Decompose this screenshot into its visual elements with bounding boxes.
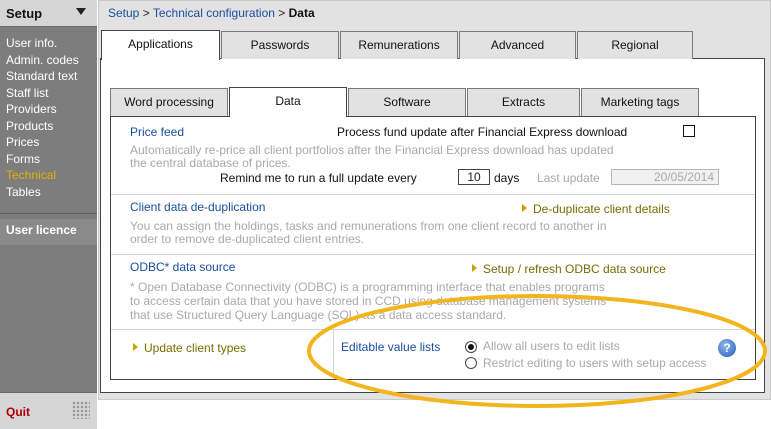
arrow-right-icon bbox=[472, 264, 477, 272]
dedup-description-line2: order to remove de-duplicated client ent… bbox=[130, 232, 365, 246]
sidebar-item-providers[interactable]: Providers bbox=[6, 101, 57, 117]
tab-remunerations[interactable]: Remunerations bbox=[340, 31, 458, 59]
arrow-right-icon bbox=[133, 343, 138, 351]
sidebar-item-tables[interactable]: Tables bbox=[6, 184, 41, 200]
deduplicate-client-details-link[interactable]: De-duplicate client details bbox=[522, 202, 670, 216]
restrict-editing-radio[interactable] bbox=[465, 357, 477, 369]
sidebar-divider bbox=[0, 213, 97, 214]
allow-all-users-label[interactable]: Allow all users to edit lists bbox=[483, 339, 620, 354]
process-fund-update-checkbox[interactable] bbox=[683, 125, 695, 137]
price-feed-title: Price feed bbox=[130, 125, 185, 139]
update-client-types-link[interactable]: Update client types bbox=[133, 341, 246, 355]
odbc-link-label: Setup / refresh ODBC data source bbox=[483, 262, 666, 276]
sidebar-item-standard-text[interactable]: Standard text bbox=[6, 68, 77, 84]
setup-refresh-odbc-link[interactable]: Setup / refresh ODBC data source bbox=[472, 262, 666, 276]
breadcrumb-current: Data bbox=[288, 6, 315, 20]
last-update-label: Last update bbox=[537, 171, 600, 185]
tab-extracts[interactable]: Extracts bbox=[467, 88, 580, 116]
breadcrumb-separator: > bbox=[142, 6, 150, 20]
help-icon[interactable]: ? bbox=[718, 339, 736, 357]
sidebar-bottom-bar: Quit bbox=[0, 392, 97, 429]
tab-data[interactable]: Data bbox=[229, 87, 347, 117]
tab-word-processing[interactable]: Word processing bbox=[110, 88, 228, 116]
restrict-editing-label[interactable]: Restrict editing to users with setup acc… bbox=[483, 356, 706, 371]
breadcrumb-separator: > bbox=[278, 6, 286, 20]
tab-passwords[interactable]: Passwords bbox=[221, 31, 339, 59]
setup-title: Setup bbox=[6, 6, 43, 21]
sidebar-item-forms[interactable]: Forms bbox=[6, 151, 40, 167]
editable-value-lists-title: Editable value lists bbox=[341, 340, 441, 354]
breadcrumb-technical-configuration[interactable]: Technical configuration bbox=[153, 6, 275, 20]
tab-regional[interactable]: Regional bbox=[577, 31, 693, 59]
user-licence-label: User licence bbox=[6, 223, 77, 237]
triangle-down-icon[interactable] bbox=[76, 8, 86, 15]
section-divider bbox=[111, 254, 755, 255]
section-divider bbox=[111, 329, 755, 330]
setup-menu-header[interactable]: Setup bbox=[0, 0, 97, 27]
deduplicate-link-label: De-duplicate client details bbox=[533, 202, 670, 216]
quit-button[interactable]: Quit bbox=[6, 405, 30, 419]
breadcrumb: Setup > Technical configuration > Data bbox=[108, 6, 315, 20]
tab-applications[interactable]: Applications bbox=[101, 30, 220, 60]
reminder-days-input[interactable]: 10 bbox=[458, 169, 490, 185]
process-fund-update-label: Process fund update after Financial Expr… bbox=[337, 125, 628, 139]
sidebar-item-user-licence[interactable]: User licence bbox=[0, 219, 97, 245]
update-client-types-label: Update client types bbox=[144, 341, 247, 355]
odbc-description-line2: to access certain data that you have sto… bbox=[130, 294, 607, 308]
sidebar-item-technical[interactable]: Technical bbox=[6, 167, 56, 183]
tab-advanced[interactable]: Advanced bbox=[459, 31, 576, 59]
sidebar-item-admin-codes[interactable]: Admin. codes bbox=[6, 52, 79, 68]
grid-dots-icon[interactable] bbox=[72, 401, 90, 419]
tab-software[interactable]: Software bbox=[348, 88, 466, 116]
section-divider bbox=[111, 194, 755, 195]
odbc-data-source-title: ODBC* data source bbox=[130, 260, 236, 274]
client-data-deduplication-title: Client data de-duplication bbox=[130, 200, 266, 214]
sidebar-item-prices[interactable]: Prices bbox=[6, 134, 39, 150]
vertical-divider bbox=[333, 330, 334, 379]
odbc-description-line1: * Open Database Connectivity (ODBC) is a… bbox=[130, 280, 605, 294]
tab-marketing-tags[interactable]: Marketing tags bbox=[581, 88, 699, 116]
last-update-field: 20/05/2014 bbox=[611, 169, 719, 185]
odbc-description-line3: that use Structured Query Language (SQL)… bbox=[130, 308, 507, 322]
sidebar-item-staff-list[interactable]: Staff list bbox=[6, 85, 48, 101]
sidebar-item-user-info[interactable]: User info. bbox=[6, 35, 57, 51]
remind-label: Remind me to run a full update every bbox=[220, 171, 417, 185]
price-feed-description-line2: the central database of prices. bbox=[130, 156, 291, 170]
arrow-right-icon bbox=[522, 204, 527, 212]
days-unit-label: days bbox=[494, 171, 520, 185]
breadcrumb-setup[interactable]: Setup bbox=[108, 6, 139, 20]
allow-all-users-radio[interactable] bbox=[465, 341, 477, 353]
sidebar-item-products[interactable]: Products bbox=[6, 118, 53, 134]
